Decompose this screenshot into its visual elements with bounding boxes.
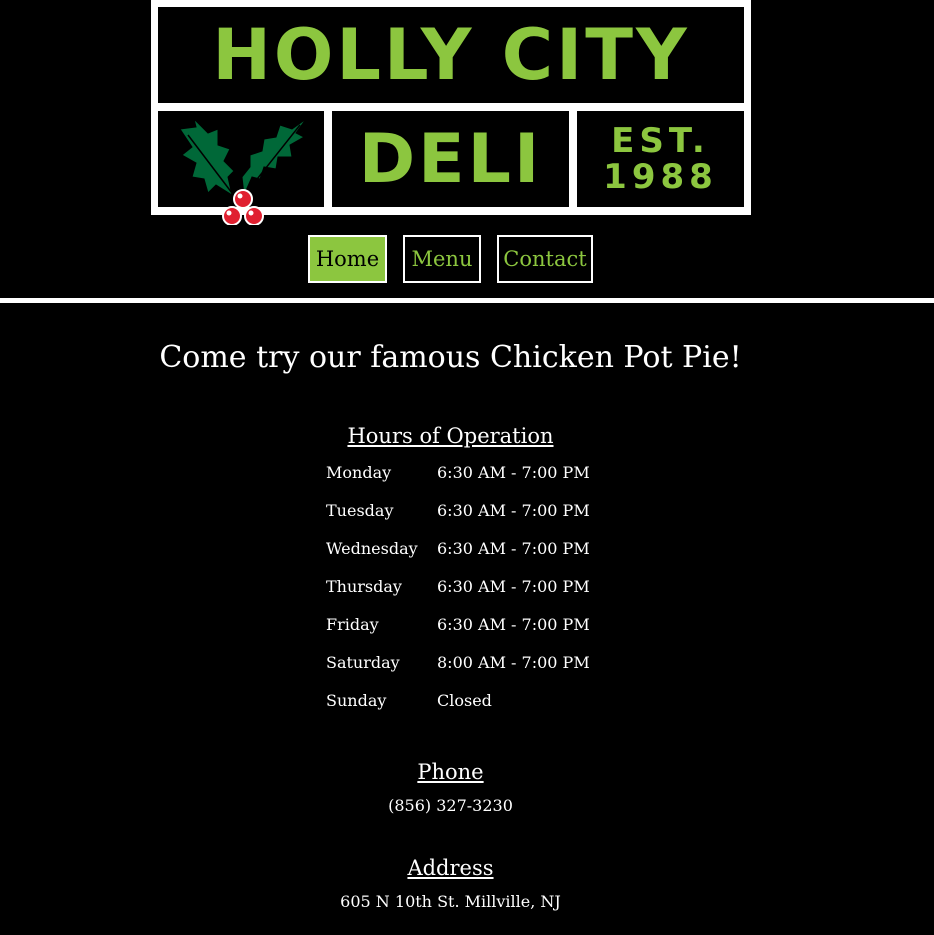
hours-time: Closed (437, 691, 492, 710)
hours-day: Wednesday (326, 539, 418, 558)
hours-time: 6:30 AM - 7:00 PM (437, 539, 590, 558)
holly-icon (158, 111, 324, 225)
hours-time: 6:30 AM - 7:00 PM (437, 615, 590, 634)
hours-row: Friday 6:30 AM - 7:00 PM (326, 615, 590, 653)
main-nav: Home Menu Contact (0, 235, 934, 283)
hours-row: Tuesday 6:30 AM - 7:00 PM (326, 501, 590, 539)
logo-est-year: 1988 (603, 157, 718, 197)
hours-heading: Hours of Operation (347, 424, 554, 448)
hours-day: Friday (326, 615, 379, 634)
hours-day: Sunday (326, 691, 387, 710)
hours-time: 8:00 AM - 7:00 PM (437, 653, 590, 672)
hours-day: Monday (326, 463, 392, 482)
tagline: Come try our famous Chicken Pot Pie! (159, 340, 742, 375)
hours-row: Saturday 8:00 AM - 7:00 PM (326, 653, 590, 691)
hours-table: Monday 6:30 AM - 7:00 PM Tuesday 6:30 AM… (326, 463, 590, 729)
header-divider (0, 298, 934, 303)
logo-established: EST. 1988 (577, 111, 744, 207)
nav-home-button[interactable]: Home (308, 235, 387, 283)
hours-time: 6:30 AM - 7:00 PM (437, 577, 590, 596)
hours-time: 6:30 AM - 7:00 PM (437, 501, 590, 520)
phone-number[interactable]: (856) 327-3230 (0, 796, 901, 815)
logo-est-label: EST. (611, 121, 710, 161)
site-logo[interactable]: HOLLY CITY DELI EST. 1988 (151, 0, 751, 225)
hours-day: Tuesday (326, 501, 394, 520)
logo-line-deli: DELI (332, 111, 569, 207)
hours-row: Thursday 6:30 AM - 7:00 PM (326, 577, 590, 615)
address-heading: Address (407, 856, 494, 880)
hours-day: Saturday (326, 653, 400, 672)
logo-line-holly-city: HOLLY CITY (158, 7, 744, 103)
nav-contact-button[interactable]: Contact (497, 235, 593, 283)
address-text: 605 N 10th St. Millville, NJ (340, 892, 561, 911)
hours-row: Wednesday 6:30 AM - 7:00 PM (326, 539, 590, 577)
nav-menu-button[interactable]: Menu (403, 235, 481, 283)
hours-day: Thursday (326, 577, 402, 596)
page: HOLLY CITY DELI EST. 1988 Home Menu Cont… (0, 0, 934, 935)
hours-row: Sunday Closed (326, 691, 590, 729)
hours-time: 6:30 AM - 7:00 PM (437, 463, 590, 482)
hours-row: Monday 6:30 AM - 7:00 PM (326, 463, 590, 501)
phone-heading: Phone (417, 760, 484, 784)
